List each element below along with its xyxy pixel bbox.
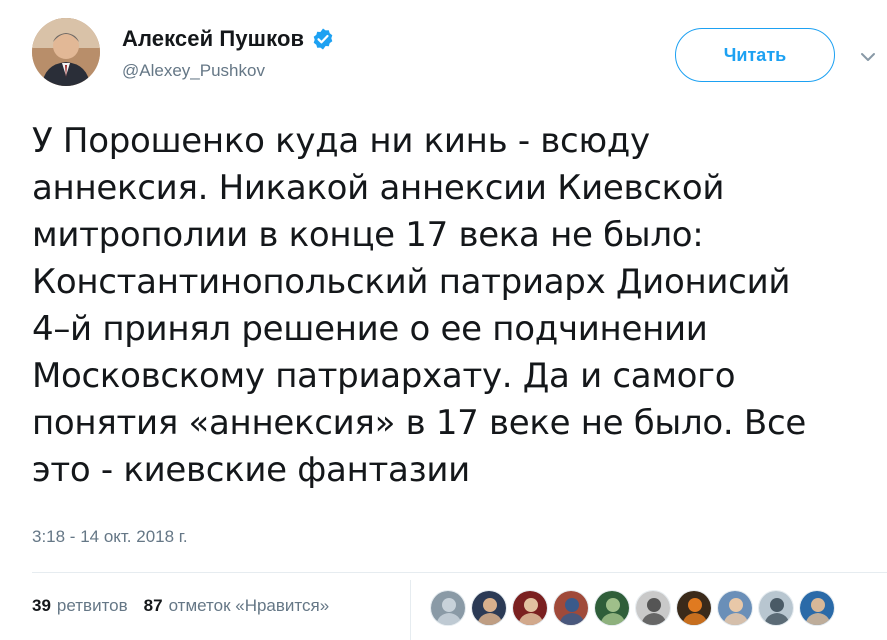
liker-avatar-10[interactable] bbox=[799, 590, 835, 626]
author-avatar[interactable] bbox=[32, 18, 100, 86]
retweets-stat[interactable]: 39 ретвитов bbox=[32, 596, 128, 616]
tweet-timestamp[interactable]: 3:18 - 14 окт. 2018 г. bbox=[32, 527, 188, 547]
liker-avatar-9[interactable] bbox=[758, 590, 794, 626]
likes-stat[interactable]: 87 отметок «Нравится» bbox=[144, 596, 330, 616]
retweets-label: ретвитов bbox=[56, 596, 128, 615]
tweet-text: У Порошенко куда ни кинь - всюду аннекси… bbox=[32, 121, 806, 490]
liker-avatar-8[interactable] bbox=[717, 590, 753, 626]
stats-separator bbox=[410, 580, 411, 640]
author-handle[interactable]: @Alexey_Pushkov bbox=[122, 61, 335, 81]
tweet-header: Алексей Пушков @Alexey_Pushkov Читать bbox=[32, 18, 887, 98]
likes-label: отметок «Нравится» bbox=[168, 596, 330, 615]
liker-avatar-7[interactable] bbox=[676, 590, 712, 626]
author-name-row: Алексей Пушков bbox=[122, 26, 335, 52]
follow-button[interactable]: Читать bbox=[675, 28, 835, 82]
liker-avatar-5[interactable] bbox=[594, 590, 630, 626]
liker-avatar-1[interactable] bbox=[430, 590, 466, 626]
retweets-count: 39 bbox=[32, 596, 51, 615]
chevron-down-icon[interactable] bbox=[857, 46, 879, 68]
verified-badge-icon bbox=[311, 27, 335, 51]
liker-avatar-6[interactable] bbox=[635, 590, 671, 626]
liker-avatar-3[interactable] bbox=[512, 590, 548, 626]
author-name[interactable]: Алексей Пушков bbox=[122, 26, 304, 52]
liker-avatar-4[interactable] bbox=[553, 590, 589, 626]
liker-avatar-2[interactable] bbox=[471, 590, 507, 626]
likes-count: 87 bbox=[143, 596, 163, 615]
divider bbox=[32, 572, 887, 573]
liker-avatars bbox=[430, 590, 840, 626]
author-names: Алексей Пушков @Alexey_Pushkov bbox=[122, 26, 335, 81]
tweet-stats: 39 ретвитов 87 отметок «Нравится» bbox=[32, 596, 345, 616]
